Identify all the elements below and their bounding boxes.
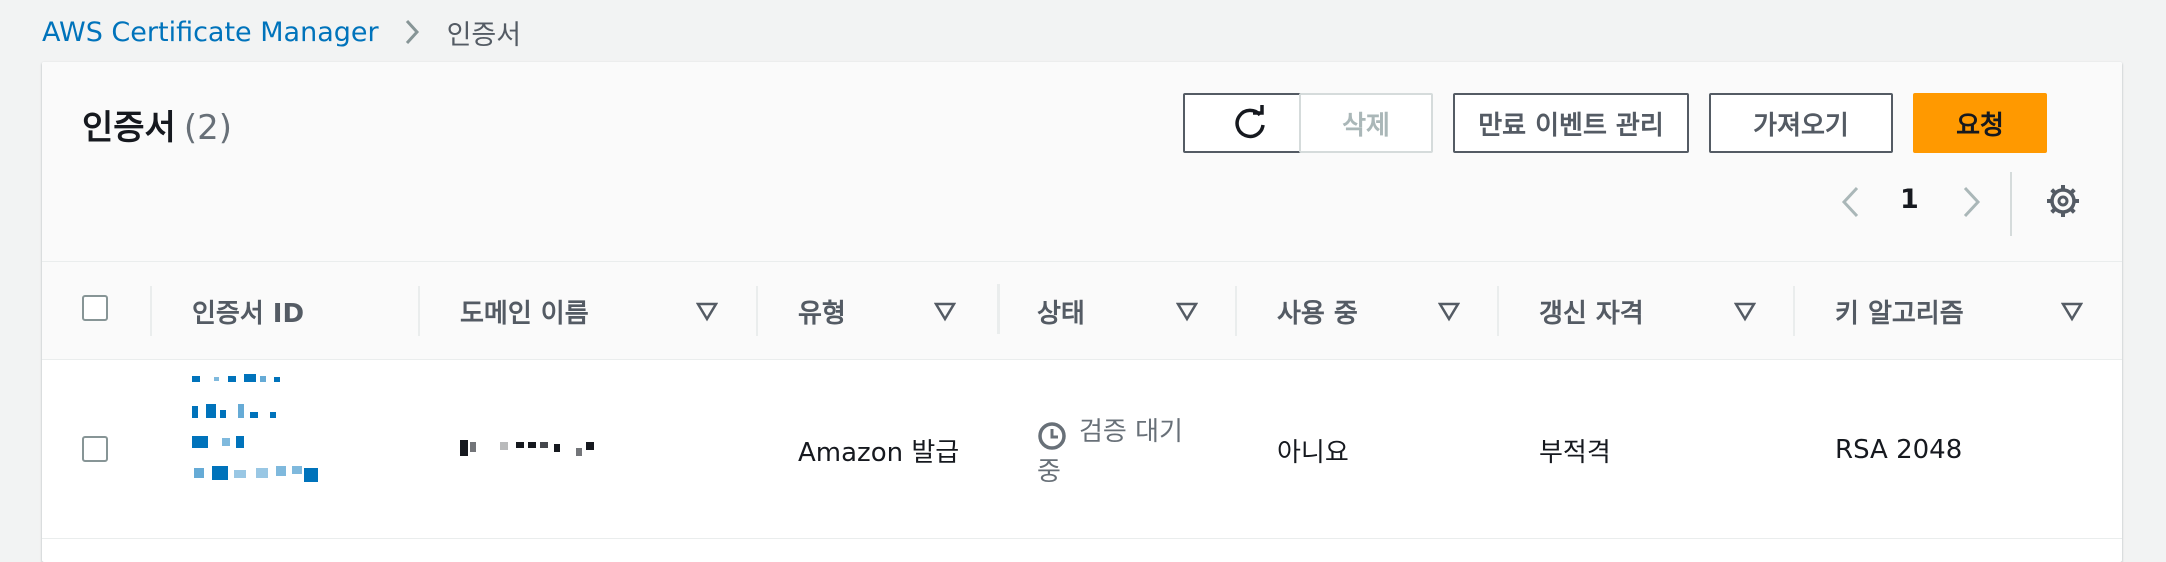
page-title: 인증서 (2) (82, 100, 232, 149)
row-divider (42, 538, 2122, 539)
type-cell: Amazon 발급 (798, 437, 960, 468)
column-header-status[interactable]: 상태 (1037, 262, 1085, 360)
renewal-eligibility-cell: 부적격 (1539, 437, 1611, 468)
sort-down-icon[interactable] (1438, 300, 1460, 322)
chevron-right-icon (403, 18, 421, 46)
key-algorithm-cell: RSA 2048 (1835, 435, 1963, 465)
column-header-in-use[interactable]: 사용 중 (1277, 262, 1358, 360)
gear-icon[interactable] (2045, 183, 2081, 223)
column-header-domain-name[interactable]: 도메인 이름 (460, 262, 589, 360)
refresh-icon (1235, 105, 1265, 139)
breadcrumb-link-acm[interactable]: AWS Certificate Manager (42, 17, 379, 48)
title-text: 인증서 (82, 108, 176, 148)
in-use-cell: 아니요 (1277, 437, 1349, 468)
certificate-count: (2) (183, 108, 233, 148)
panel-header (42, 62, 2122, 262)
sort-down-icon[interactable] (1734, 300, 1756, 322)
status-cell: 검증 대기 중 (1037, 412, 1207, 492)
toolbar-divider (2010, 172, 2012, 236)
manage-expiry-events-button[interactable]: 만료 이벤트 관리 (1453, 93, 1689, 153)
sort-down-icon[interactable] (1176, 300, 1198, 322)
column-divider (1793, 286, 1795, 336)
column-divider (418, 286, 420, 336)
select-all-checkbox[interactable] (82, 295, 108, 321)
column-header-type[interactable]: 유형 (798, 262, 846, 360)
certificates-panel: 인증서 (2) 삭제 만료 이벤트 관리 가져오기 요청 1 인증서 ID 도메… (42, 62, 2122, 562)
domain-name-cell (460, 438, 610, 458)
clock-icon (1038, 422, 1066, 450)
column-header-key-algorithm[interactable]: 키 알고리즘 (1835, 262, 1964, 360)
refresh-button[interactable] (1183, 93, 1317, 153)
column-header-renewal-eligibility[interactable]: 갱신 자격 (1539, 262, 1644, 360)
column-divider (756, 286, 758, 336)
sort-down-icon[interactable] (696, 300, 718, 322)
delete-button[interactable]: 삭제 (1299, 93, 1433, 153)
column-divider (150, 286, 152, 336)
previous-page-icon[interactable] (1838, 184, 1864, 224)
row-checkbox[interactable] (82, 436, 108, 462)
column-divider (997, 284, 1000, 334)
column-divider (1497, 286, 1499, 336)
column-divider (1235, 286, 1237, 336)
breadcrumb: AWS Certificate Manager 인증서 (42, 12, 521, 52)
request-button[interactable]: 요청 (1913, 93, 2047, 153)
sort-down-icon[interactable] (934, 300, 956, 322)
sort-down-icon[interactable] (2061, 300, 2083, 322)
next-page-icon[interactable] (1958, 184, 1984, 224)
column-header-certificate-id[interactable]: 인증서 ID (192, 262, 304, 360)
import-button[interactable]: 가져오기 (1709, 93, 1893, 153)
certificate-id-link[interactable] (192, 374, 322, 504)
current-page[interactable]: 1 (1900, 184, 1919, 215)
breadcrumb-current: 인증서 (446, 19, 522, 51)
